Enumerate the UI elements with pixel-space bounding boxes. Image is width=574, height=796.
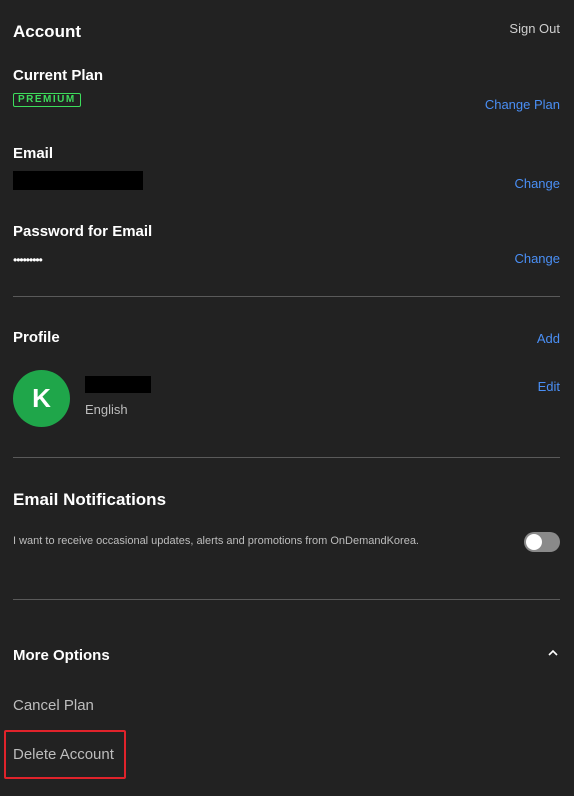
notifications-description: I want to receive occasional updates, al… — [13, 535, 419, 547]
more-options-title: More Options — [13, 647, 110, 664]
password-value: ••••••••• — [13, 253, 43, 267]
change-email-link[interactable]: Change — [514, 176, 560, 191]
current-plan-label: Current Plan — [13, 67, 104, 84]
cancel-plan-option[interactable]: Cancel Plan — [13, 697, 94, 714]
edit-profile-link[interactable]: Edit — [538, 379, 560, 394]
profile-label: Profile — [13, 329, 60, 346]
divider — [13, 296, 560, 297]
notifications-toggle[interactable] — [524, 532, 560, 552]
plan-badge: PREMIUM — [13, 93, 81, 107]
email-label: Email — [13, 145, 54, 162]
profile-language: English — [85, 402, 128, 417]
add-profile-link[interactable]: Add — [537, 331, 560, 346]
email-notifications-title: Email Notifications — [13, 490, 167, 509]
email-value-redacted — [13, 171, 143, 190]
avatar[interactable]: K — [13, 370, 70, 427]
divider — [13, 599, 560, 600]
password-label: Password for Email — [13, 223, 153, 240]
sign-out-link[interactable]: Sign Out — [509, 21, 560, 36]
page-title: Account — [13, 22, 81, 41]
chevron-up-icon[interactable] — [546, 646, 560, 660]
profile-name-redacted — [85, 376, 151, 393]
delete-account-option[interactable]: Delete Account — [13, 746, 114, 763]
toggle-knob — [526, 534, 542, 550]
divider — [13, 457, 560, 458]
change-plan-link[interactable]: Change Plan — [485, 97, 560, 112]
change-password-link[interactable]: Change — [514, 251, 560, 266]
